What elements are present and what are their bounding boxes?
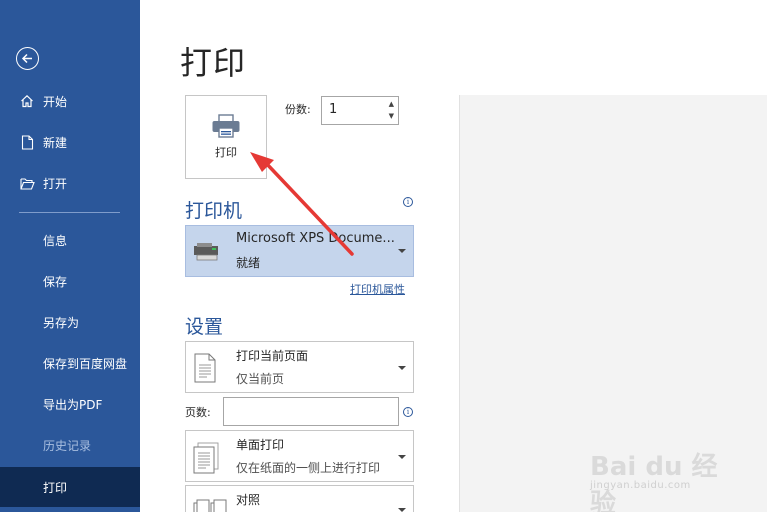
- collate-dropdown[interactable]: 对照: [185, 485, 414, 512]
- sides-subtitle: 仅在纸面的一侧上进行打印: [236, 461, 381, 475]
- pages-input[interactable]: [223, 397, 399, 426]
- sidebar-item-save-to-baidu-netdisk[interactable]: 保存到百度网盘: [0, 343, 140, 383]
- printer-dropdown[interactable]: Microsoft XPS Docume... 就绪: [185, 225, 414, 277]
- sidebar-item-export-pdf[interactable]: 导出为PDF: [0, 384, 140, 424]
- watermark-text: Bai du 经验: [590, 452, 718, 512]
- settings-heading: 设置: [185, 316, 224, 338]
- sidebar-item-history[interactable]: 历史记录: [0, 425, 140, 465]
- sidebar-item-label: 保存到百度网盘: [43, 356, 128, 371]
- print-range-subtitle: 仅当前页: [236, 372, 285, 386]
- single-page-icon: [193, 353, 217, 387]
- sidebar-item-label: 打开: [43, 176, 68, 191]
- sidebar-item-save[interactable]: 保存: [0, 261, 140, 301]
- sidebar-item-label: 另存为: [43, 315, 80, 330]
- pages-label: 页数:: [185, 406, 211, 419]
- sidebar-item-label: 保存: [43, 274, 68, 289]
- back-arrow-icon: [21, 53, 32, 64]
- back-button[interactable]: [16, 47, 39, 70]
- sidebar-item-label: 信息: [43, 233, 68, 248]
- printer-device-icon: [192, 242, 222, 266]
- chevron-down-icon: [398, 366, 406, 370]
- chevron-down-icon: [398, 249, 406, 253]
- home-icon: [19, 93, 35, 109]
- sidebar-item-open[interactable]: 打开: [0, 163, 140, 203]
- printer-name: Microsoft XPS Docume...: [236, 231, 395, 246]
- sides-title: 单面打印: [236, 438, 285, 452]
- sidebar-item-new[interactable]: 新建: [0, 122, 140, 162]
- print-range-title: 打印当前页面: [236, 349, 309, 363]
- collate-icon: [193, 499, 227, 512]
- sidebar-item-home[interactable]: 开始: [0, 81, 140, 121]
- print-range-dropdown[interactable]: 打印当前页面 仅当前页: [185, 341, 414, 393]
- info-icon[interactable]: i: [403, 197, 413, 207]
- chevron-down-icon: [398, 455, 406, 459]
- page-title: 打印: [180, 44, 247, 82]
- new-document-icon: [19, 134, 35, 150]
- collate-title: 对照: [236, 493, 261, 507]
- printer-icon: [212, 114, 240, 138]
- copies-value: 1: [329, 102, 338, 117]
- sidebar-item-label: 打印: [43, 480, 68, 495]
- printer-heading: 打印机: [185, 200, 243, 222]
- sidebar-divider: [19, 212, 120, 213]
- increment-icon[interactable]: ▲: [389, 101, 394, 108]
- watermark-url: jingyan.baidu.com: [590, 480, 691, 491]
- sidebar-item-info[interactable]: 信息: [0, 220, 140, 260]
- watermark: Bai du 经验 jingyan.baidu.com: [590, 430, 740, 512]
- info-icon[interactable]: i: [403, 407, 413, 417]
- print-button-label: 打印: [215, 146, 237, 159]
- copies-stepper[interactable]: 1 ▲ ▼: [321, 96, 399, 125]
- sidebar-item-print[interactable]: 打印: [0, 467, 140, 507]
- one-sided-page-icon: [193, 442, 219, 478]
- sidebar-item-label: 历史记录: [43, 438, 92, 453]
- print-button[interactable]: 打印: [185, 95, 267, 179]
- copies-label: 份数:: [285, 103, 311, 116]
- sidebar-item-label: 开始: [43, 94, 68, 109]
- open-folder-icon: [19, 175, 35, 191]
- decrement-icon[interactable]: ▼: [389, 113, 394, 120]
- backstage-sidebar: 开始 新建 打开 信息 保存 另存为 保存到百度网盘 导出为PDF 历史记录 打…: [0, 0, 140, 512]
- sides-dropdown[interactable]: 单面打印 仅在纸面的一侧上进行打印: [185, 430, 414, 482]
- printer-properties-link[interactable]: 打印机属性: [350, 281, 405, 297]
- sidebar-item-label: 导出为PDF: [43, 397, 103, 412]
- chevron-down-icon: [398, 508, 406, 512]
- sidebar-item-save-as[interactable]: 另存为: [0, 302, 140, 342]
- sidebar-item-label: 新建: [43, 135, 68, 150]
- printer-status: 就绪: [236, 256, 261, 270]
